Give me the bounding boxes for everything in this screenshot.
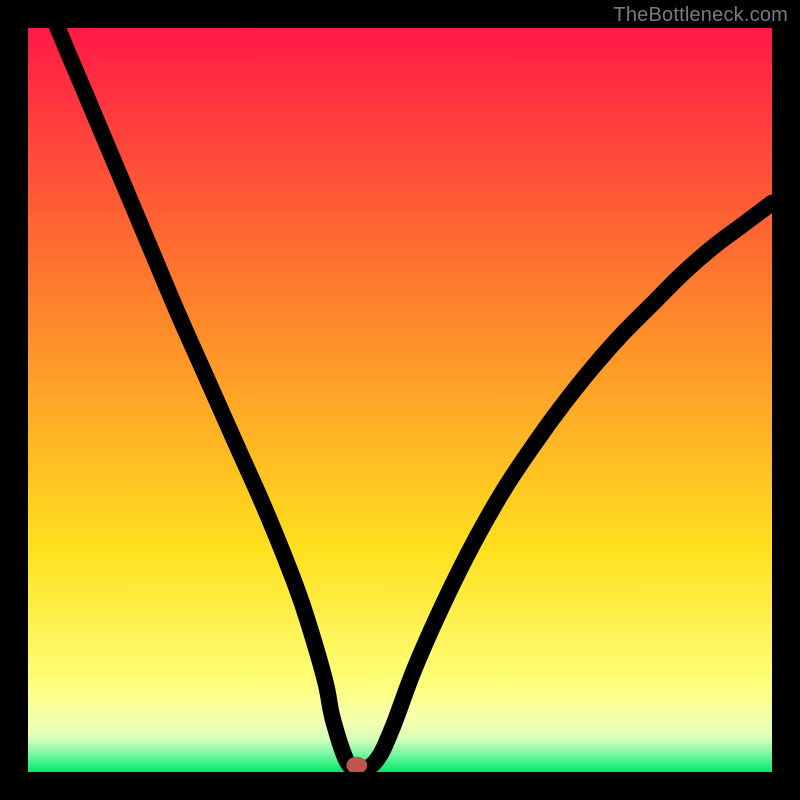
- outer-frame: TheBottleneck.com: [0, 0, 800, 800]
- chart-canvas: [28, 28, 772, 772]
- gradient-background: [28, 28, 772, 772]
- watermark-text: TheBottleneck.com: [613, 4, 788, 27]
- minimum-marker: [350, 760, 363, 770]
